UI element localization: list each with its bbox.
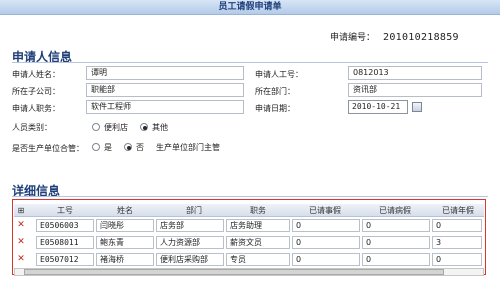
column-header-dept: 部门 [186,206,202,215]
application-number-value: 201010218859 [383,32,459,43]
column-header-position: 职务 [250,206,266,215]
applicant-empno-label: 申请人工号： [255,70,303,79]
column-header-name: 姓名 [117,206,133,215]
row-2-position[interactable]: 薪资文员 [226,236,290,249]
apply-date-label: 申请日期： [255,104,295,113]
category-option-other: 其他 [152,123,168,132]
row-3-name[interactable]: 褚海桥 [96,253,154,266]
delete-row-icon[interactable]: ✕ [16,220,26,230]
production-unit-label: 是否生产单位合管： [12,144,84,153]
application-number: 申请编号： 201010218859 [330,30,459,43]
position-label: 申请人职务： [12,104,60,113]
applicant-name-field[interactable]: 谭明 [86,66,244,80]
row-1-name[interactable]: 闫晓彤 [96,219,154,232]
row-2-personal-leave[interactable]: 0 [292,236,360,249]
application-number-label: 申请编号： [330,33,376,43]
row-2-annual-leave[interactable]: 3 [432,236,482,249]
category-radio-convenience[interactable] [92,123,100,131]
add-row-icon[interactable]: ⊞ [16,204,26,217]
department-field[interactable]: 资讯部 [348,83,482,97]
production-unit-note: 生产单位部门主管 [156,143,220,152]
production-radio-no[interactable] [124,143,132,151]
row-2-dept[interactable]: 人力资源部 [156,236,224,249]
row-2-sick-leave[interactable]: 0 [362,236,430,249]
company-label: 所在子公司： [12,87,60,96]
row-1-empno[interactable]: E0506003 [36,219,94,232]
apply-date-field[interactable]: 2010-10-21 [348,100,408,114]
delete-row-icon[interactable]: ✕ [16,254,26,264]
company-field[interactable]: 职能部 [86,83,244,97]
form-title: 员工请假申请单 [0,0,500,15]
row-3-sick-leave[interactable]: 0 [362,253,430,266]
production-option-yes: 是 [104,143,112,152]
row-3-personal-leave[interactable]: 0 [292,253,360,266]
detail-section-divider [12,196,488,197]
row-1-annual-leave[interactable]: 0 [432,219,482,232]
row-1-position[interactable]: 店务助理 [226,219,290,232]
column-header-personal-leave: 已请事假 [309,206,341,215]
row-3-empno[interactable]: E0507012 [36,253,94,266]
category-radio-other[interactable] [140,123,148,131]
scrollbar-thumb[interactable] [24,269,444,275]
row-2-empno[interactable]: E0508011 [36,236,94,249]
row-3-annual-leave[interactable]: 0 [432,253,482,266]
row-1-sick-leave[interactable]: 0 [362,219,430,232]
row-3-dept[interactable]: 便利店采购部 [156,253,224,266]
column-header-annual-leave: 已请年假 [442,206,474,215]
column-header-sick-leave: 已请病假 [379,206,411,215]
row-1-dept[interactable]: 店务部 [156,219,224,232]
staff-category-label: 人员类别： [12,123,52,132]
production-option-no: 否 [136,143,144,152]
row-3-position[interactable]: 专员 [226,253,290,266]
column-header-empno: 工号 [57,206,73,215]
position-field[interactable]: 软件工程师 [86,100,244,114]
production-radio-yes[interactable] [92,143,100,151]
calendar-icon[interactable] [412,102,422,112]
row-1-personal-leave[interactable]: 0 [292,219,360,232]
applicant-name-label: 申请人姓名： [12,70,60,79]
department-label: 所在部门： [255,87,295,96]
category-option-convenience: 便利店 [104,123,128,132]
row-2-name[interactable]: 鲍东青 [96,236,154,249]
applicant-section-divider [12,62,488,63]
delete-row-icon[interactable]: ✕ [16,237,26,247]
applicant-empno-field[interactable]: 0812013 [348,66,482,80]
